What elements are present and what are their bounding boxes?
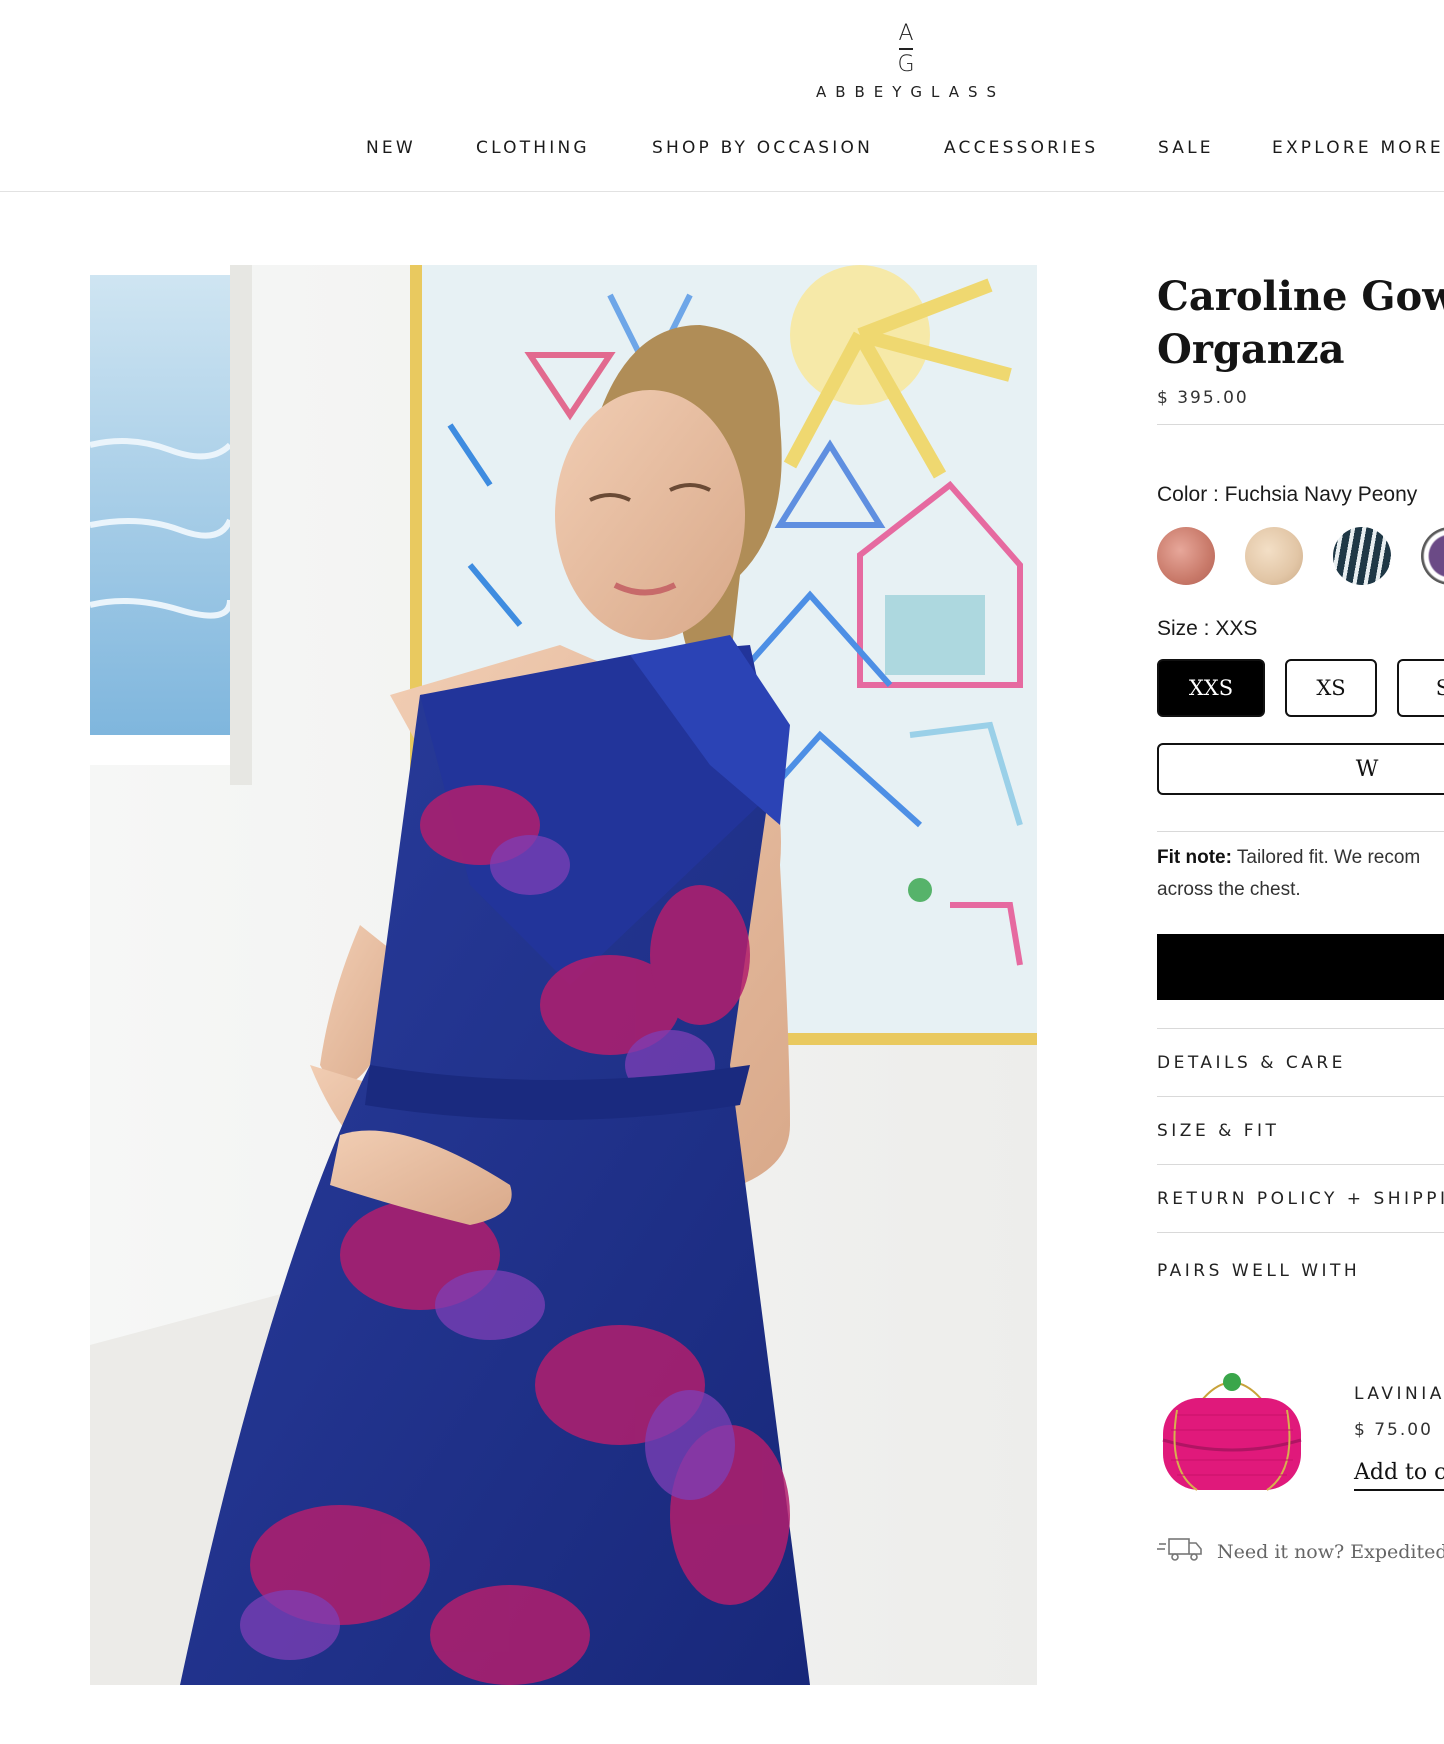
- main-nav: NEW CLOTHING SHOP BY OCCASION ACCESSORIE…: [0, 138, 1444, 162]
- pairs-well-item: LAVINIA $ 75.00 Add to ca: [1157, 1370, 1444, 1520]
- nav-item-shop-by-occasion[interactable]: SHOP BY OCCASION: [652, 138, 873, 158]
- product-title: Caroline Gown I Organza: [1157, 273, 1444, 373]
- logo-wordmark: ABBEYGLASS: [815, 83, 1006, 101]
- accordion-size-fit[interactable]: SIZE & FIT: [1157, 1096, 1444, 1164]
- accordion-return-policy[interactable]: RETURN POLICY + SHIPPIN: [1157, 1164, 1444, 1232]
- price-divider: [1157, 424, 1444, 425]
- waitlist-button-label: W: [1355, 756, 1379, 782]
- fit-note-line2: across the chest.: [1157, 879, 1301, 900]
- pair-product-price: $ 75.00: [1354, 1420, 1433, 1440]
- size-label: Size : XXS: [1157, 617, 1258, 640]
- size-option-xxs[interactable]: XXS: [1157, 659, 1265, 717]
- pair-add-to-cart-link[interactable]: Add to ca: [1354, 1460, 1444, 1491]
- swatch-fuchsia-navy-peony-selected[interactable]: [1421, 527, 1444, 585]
- fit-note: Fit note: Tailored fit. We recom across …: [1157, 842, 1444, 906]
- fit-note-line1: Tailored fit. We recom: [1231, 847, 1421, 868]
- delivery-truck-icon: [1157, 1534, 1203, 1569]
- accordion-details-care[interactable]: DETAILS & CARE: [1157, 1028, 1444, 1096]
- product-price: $ 395.00: [1157, 388, 1249, 408]
- color-label: Color : Fuchsia Navy Peony: [1157, 483, 1418, 506]
- product-photo-illustration: [90, 265, 1037, 1685]
- logo-mark-bar: [899, 48, 913, 50]
- shipping-note: Need it now? Expedited: [1157, 1534, 1444, 1569]
- nav-item-new[interactable]: NEW: [366, 138, 416, 158]
- nav-item-accessories[interactable]: ACCESSORIES: [944, 138, 1098, 158]
- nav-item-explore-more[interactable]: EXPLORE MORE: [1272, 138, 1444, 158]
- accordion-pairs-well-with[interactable]: PAIRS WELL WITH: [1157, 1232, 1444, 1312]
- product-image[interactable]: [90, 265, 1037, 1685]
- shipping-note-text: Need it now? Expedited: [1217, 1540, 1444, 1563]
- fit-divider: [1157, 831, 1444, 832]
- nav-item-clothing[interactable]: CLOTHING: [476, 138, 590, 158]
- waitlist-button[interactable]: W: [1157, 743, 1444, 795]
- swatch-navy-stripe[interactable]: [1333, 527, 1391, 585]
- logo-mark-top: A: [898, 21, 914, 46]
- color-swatches: [1157, 527, 1444, 585]
- site-header: A G ABBEYGLASS NEW CLOTHING SHOP BY OCCA…: [0, 0, 1444, 192]
- product-info-panel: Caroline Gown I Organza $ 395.00 Color :…: [1157, 270, 1444, 1720]
- size-option-xs[interactable]: XS: [1285, 659, 1377, 717]
- size-option-s[interactable]: S: [1397, 659, 1444, 717]
- add-to-cart-button[interactable]: [1157, 934, 1444, 1000]
- nav-item-sale[interactable]: SALE: [1158, 138, 1214, 158]
- logo-monogram: A G: [798, 22, 1014, 77]
- pair-product-name: LAVINIA: [1354, 1384, 1444, 1404]
- size-options: XXS XS S: [1157, 659, 1444, 717]
- swatch-gold-blush[interactable]: [1245, 527, 1303, 585]
- logo-mark-bottom: G: [897, 52, 915, 77]
- product-accordion: DETAILS & CARE SIZE & FIT RETURN POLICY …: [1157, 1028, 1444, 1312]
- swatch-coral[interactable]: [1157, 527, 1215, 585]
- clutch-image[interactable]: [1157, 1370, 1307, 1500]
- brand-logo[interactable]: A G ABBEYGLASS: [798, 22, 1014, 102]
- fit-note-label: Fit note:: [1157, 847, 1232, 868]
